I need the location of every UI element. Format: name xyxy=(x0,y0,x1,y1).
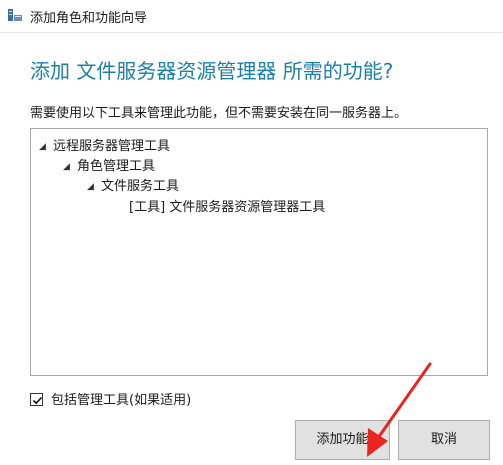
feature-tree[interactable]: ◢ 远程服务器管理工具 ◢ 角色管理工具 ◢ 文件服务工具 [工具] 文件服务器资源管… xyxy=(30,128,488,376)
add-features-button[interactable]: 添加功能 xyxy=(295,420,390,460)
collapse-arrow-icon[interactable]: ◢ xyxy=(63,158,77,176)
checkmark-icon xyxy=(32,396,43,405)
include-tools-checkbox[interactable] xyxy=(30,393,43,406)
tree-item-fsrm-tools[interactable]: [工具] 文件服务器资源管理器工具 xyxy=(129,199,325,217)
tree-item-label: 角色管理工具 xyxy=(77,159,156,174)
collapse-arrow-icon[interactable]: ◢ xyxy=(39,138,53,156)
tree-item-remote-server-admin-tools[interactable]: ◢ 远程服务器管理工具 xyxy=(39,138,170,156)
include-tools-label: 包括管理工具(如果适用) xyxy=(51,393,192,408)
include-tools-option[interactable]: 包括管理工具(如果适用) xyxy=(30,389,192,408)
tree-item-label: 远程服务器管理工具 xyxy=(53,139,171,154)
cancel-button[interactable]: 取消 xyxy=(398,420,490,460)
description-text: 需要使用以下工具来管理此功能，但不需要安装在同一服务器上。 xyxy=(30,106,408,121)
tree-item-label: [工具] 文件服务器资源管理器工具 xyxy=(129,200,326,215)
window-title: 添加角色和功能向导 xyxy=(30,11,148,26)
tree-item-file-services-tools[interactable]: ◢ 文件服务工具 xyxy=(87,178,179,196)
tree-item-role-admin-tools[interactable]: ◢ 角色管理工具 xyxy=(63,158,155,176)
tree-item-label: 文件服务工具 xyxy=(101,179,180,194)
server-manager-icon xyxy=(7,7,23,23)
title-bar[interactable]: 添加角色和功能向导 xyxy=(0,0,503,33)
page-heading: 添加 文件服务器资源管理器 所需的功能? xyxy=(30,59,394,83)
collapse-arrow-icon[interactable]: ◢ xyxy=(87,178,101,196)
